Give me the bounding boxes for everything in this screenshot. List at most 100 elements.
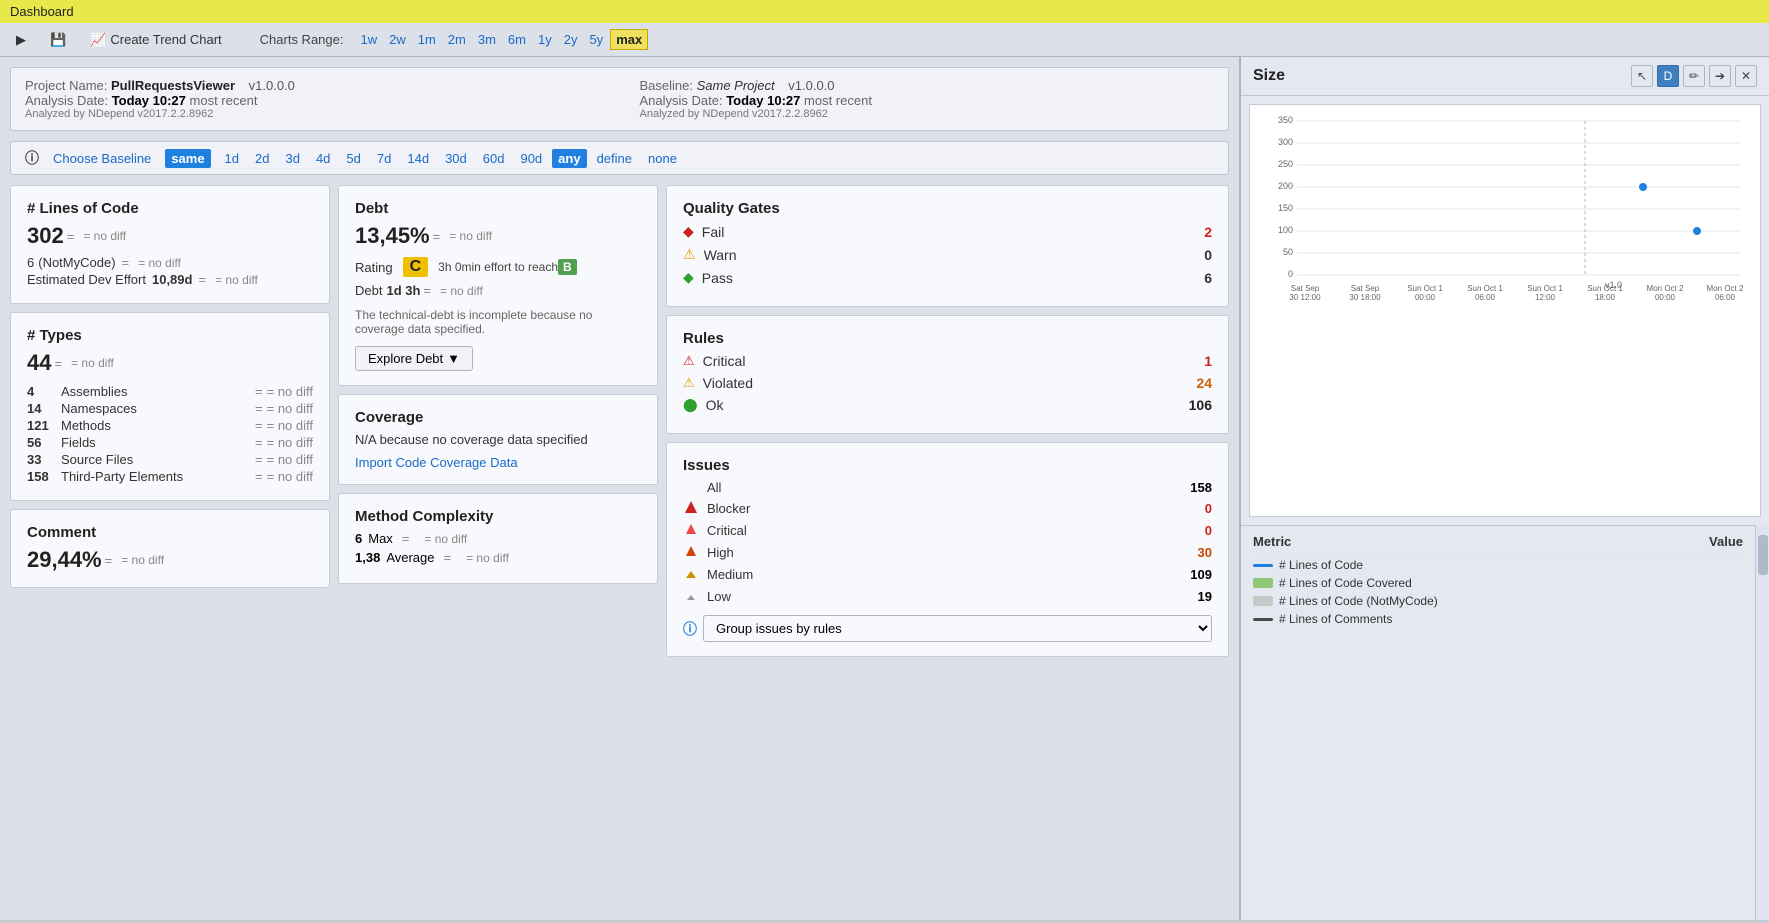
play-icon: ▶	[16, 32, 26, 48]
range-btn-2y[interactable]: 2y	[559, 29, 583, 50]
baseline-period-define[interactable]: define	[591, 149, 638, 168]
import-coverage-link[interactable]: Import Code Coverage Data	[355, 455, 518, 470]
loc-notmycode-diff: = no diff	[138, 256, 181, 270]
svg-text:Sun Oct 1: Sun Oct 1	[1587, 284, 1623, 293]
right-panel: Size ↖ D ✏ ➔ ✕	[1239, 57, 1769, 920]
baseline-period-any[interactable]: any	[552, 149, 586, 168]
comment-card: Comment 29,44% = = no diff	[10, 509, 330, 588]
baseline-analysis-row: Analysis Date: Today 10:27 most recent	[640, 93, 1215, 108]
svg-text:Mon Oct 2: Mon Oct 2	[1647, 284, 1684, 293]
issue-critical-count: 0	[1172, 523, 1212, 538]
choose-baseline-button[interactable]: Choose Baseline	[47, 149, 157, 168]
save-icon: 💾	[50, 32, 66, 48]
svg-text:150: 150	[1278, 203, 1293, 213]
range-btn-1w[interactable]: 1w	[355, 29, 382, 50]
range-btn-3m[interactable]: 3m	[473, 29, 501, 50]
critical-count: 1	[1204, 353, 1212, 369]
chart-controls: ↖ D ✏ ➔ ✕	[1631, 65, 1757, 87]
gate-fail: ◆ Fail 2	[683, 223, 1212, 240]
quality-gates-card: Quality Gates ◆ Fail 2 ⚠ Warn 0 ◆ Pass	[666, 185, 1229, 307]
info-icon: ⓘ	[25, 148, 39, 168]
issue-critical: Critical 0	[683, 522, 1212, 539]
forward-icon: ➔	[1715, 69, 1725, 83]
main-layout: Project Name: PullRequestsViewer v1.0.0.…	[0, 57, 1769, 920]
baseline-name: Same Project	[697, 78, 775, 93]
svg-text:18:00: 18:00	[1595, 293, 1616, 302]
chart-type-icon: D	[1664, 69, 1673, 83]
value-col-header: Value	[1663, 534, 1743, 549]
range-btn-max[interactable]: max	[610, 29, 648, 50]
baseline-period-60d[interactable]: 60d	[477, 149, 511, 168]
fail-count: 2	[1204, 224, 1212, 240]
range-btn-2m[interactable]: 2m	[443, 29, 471, 50]
issue-blocker: Blocker 0	[683, 500, 1212, 517]
svg-text:30 12:00: 30 12:00	[1289, 293, 1321, 302]
svg-text:Mon Oct 2: Mon Oct 2	[1707, 284, 1744, 293]
baseline-analysis-date: Today 10:27	[726, 93, 800, 108]
baseline-period-none[interactable]: none	[642, 149, 683, 168]
chart-area: 350 300 250 200 150 100 50 0	[1249, 104, 1761, 517]
title-bar-label: Dashboard	[10, 4, 74, 19]
left-panel: Project Name: PullRequestsViewer v1.0.0.…	[0, 57, 1239, 920]
issue-low: Low 19	[683, 588, 1212, 605]
baseline-period-30d[interactable]: 30d	[439, 149, 473, 168]
loc-value-row: 302 = = no diff	[27, 223, 313, 249]
legend-area: Metric Value # Lines of Code# Lines of C…	[1241, 525, 1755, 920]
edit-button[interactable]: ✏	[1683, 65, 1705, 87]
same-baseline-button[interactable]: same	[165, 149, 210, 168]
debt-pct: 13,45%	[355, 223, 430, 249]
baseline-period-7d[interactable]: 7d	[371, 149, 397, 168]
baseline-period-3d[interactable]: 3d	[279, 149, 305, 168]
baseline-period-4d[interactable]: 4d	[310, 149, 336, 168]
scrollbar-thumb	[1758, 535, 1768, 575]
cursor-button[interactable]: ↖	[1631, 65, 1653, 87]
baseline-period-2d[interactable]: 2d	[249, 149, 275, 168]
scrollbar[interactable]	[1755, 525, 1769, 920]
baseline-period-1d[interactable]: 1d	[219, 149, 245, 168]
forward-button[interactable]: ➔	[1709, 65, 1731, 87]
group-info-icon: ⓘ	[683, 619, 697, 639]
play-button[interactable]: ▶	[10, 30, 32, 50]
baseline-analyzed-by: Analyzed by NDepend v2017.2.2.8962	[640, 108, 1215, 120]
range-btn-1y[interactable]: 1y	[533, 29, 557, 50]
project-name-label: Project Name:	[25, 78, 111, 93]
range-btn-6m[interactable]: 6m	[503, 29, 531, 50]
pass-count: 6	[1204, 270, 1212, 286]
blocker-icon	[683, 500, 699, 517]
warn-icon: ⚠	[683, 246, 696, 263]
fail-icon: ◆	[683, 223, 694, 240]
range-btn-5y[interactable]: 5y	[584, 29, 608, 50]
create-trend-chart-button[interactable]: 📈 Create Trend Chart	[84, 30, 227, 50]
issue-low-count: 19	[1172, 589, 1212, 604]
debt-card: Debt 13,45% = = no diff Rating C 3h 0min…	[338, 185, 658, 386]
metrics-columns: # Lines of Code 302 = = no diff 6 (NotMy…	[10, 185, 1229, 657]
issue-low-icon	[683, 588, 699, 605]
gate-pass: ◆ Pass 6	[683, 269, 1212, 286]
range-btn-1m[interactable]: 1m	[413, 29, 441, 50]
baseline-version: v1.0.0.0	[788, 78, 834, 93]
baseline-chooser: ⓘ Choose Baseline same 1d2d3d 4d5d 7d14d30…	[10, 141, 1229, 175]
comment-value: 29,44%	[27, 547, 102, 573]
range-btn-2w[interactable]: 2w	[384, 29, 411, 50]
group-issues-select[interactable]: Group issues by rules	[703, 615, 1212, 642]
baseline-period-90d[interactable]: 90d	[514, 149, 548, 168]
rules-title: Rules	[683, 330, 1212, 347]
complexity-card: Method Complexity 6 Max = = no diff 1,38…	[338, 493, 658, 584]
svg-text:0: 0	[1288, 269, 1293, 279]
types-rows: 4Assemblies== no diff14Namespaces== no d…	[27, 384, 313, 484]
svg-text:12:00: 12:00	[1535, 293, 1556, 302]
debt-rating-row: Rating C 3h 0min effort to reach B	[355, 257, 641, 277]
charts-range-label: Charts Range:	[260, 32, 344, 47]
complexity-avg-row: 1,38 Average = = no diff	[355, 550, 641, 565]
close-button[interactable]: ✕	[1735, 65, 1757, 87]
lines-of-code-card: # Lines of Code 302 = = no diff 6 (NotMy…	[10, 185, 330, 304]
cursor-icon: ↖	[1637, 69, 1647, 83]
save-button[interactable]: 💾	[44, 30, 72, 50]
rule-violated: ⚠ Violated 24	[683, 375, 1212, 391]
baseline-period-5d[interactable]: 5d	[340, 149, 366, 168]
complexity-title: Method Complexity	[355, 508, 641, 525]
chart-type-button[interactable]: D	[1657, 65, 1679, 87]
explore-debt-button[interactable]: Explore Debt ▼	[355, 346, 473, 371]
baseline-period-14d[interactable]: 14d	[401, 149, 435, 168]
legend-area-container: Metric Value # Lines of Code# Lines of C…	[1241, 525, 1769, 920]
